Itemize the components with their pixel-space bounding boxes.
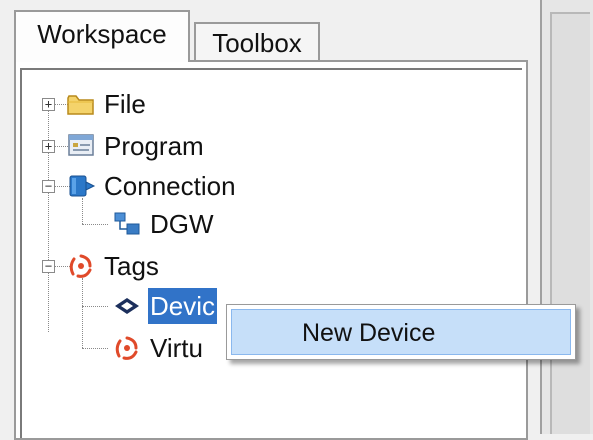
- collapse-icon[interactable]: −: [42, 260, 55, 273]
- network-device-icon: [112, 210, 142, 238]
- expand-icon[interactable]: +: [42, 98, 55, 111]
- folder-icon: [66, 90, 96, 118]
- menu-item-new-device[interactable]: New Device: [231, 309, 571, 355]
- tree-item-label: Program: [104, 131, 204, 161]
- tags-icon: [66, 252, 96, 280]
- right-pane: [540, 0, 593, 434]
- connection-icon: [66, 172, 96, 200]
- expand-icon[interactable]: +: [42, 140, 55, 153]
- tree-item-tags[interactable]: − Tags: [22, 248, 242, 284]
- collapse-icon[interactable]: −: [42, 180, 55, 193]
- program-icon: [66, 132, 96, 160]
- context-menu: New Device: [226, 304, 576, 360]
- tree-item-label: Devic: [148, 288, 218, 324]
- virtual-tag-icon: [112, 334, 142, 362]
- device-tag-icon: [112, 292, 142, 320]
- tree-item-program[interactable]: + Program: [22, 128, 282, 164]
- workspace-tree-panel: + File + Program − Connection DGW − Tags…: [14, 60, 528, 440]
- tree-item-label: Tags: [104, 251, 159, 281]
- tree-view: + File + Program − Connection DGW − Tags…: [20, 68, 522, 438]
- tree-item-label: Virtu: [150, 333, 203, 363]
- tree-item-label: Connection: [104, 171, 236, 201]
- tree-item-file[interactable]: + File: [22, 86, 222, 122]
- tree-item-label: File: [104, 89, 146, 119]
- right-pane-inner: [550, 12, 590, 434]
- tree-item-label: DGW: [150, 209, 214, 239]
- tab-workspace[interactable]: Workspace: [14, 10, 190, 62]
- tab-toolbox[interactable]: Toolbox: [194, 22, 320, 62]
- tree-item-connection[interactable]: − Connection: [22, 168, 322, 204]
- tree-item-dgw[interactable]: DGW: [22, 206, 282, 242]
